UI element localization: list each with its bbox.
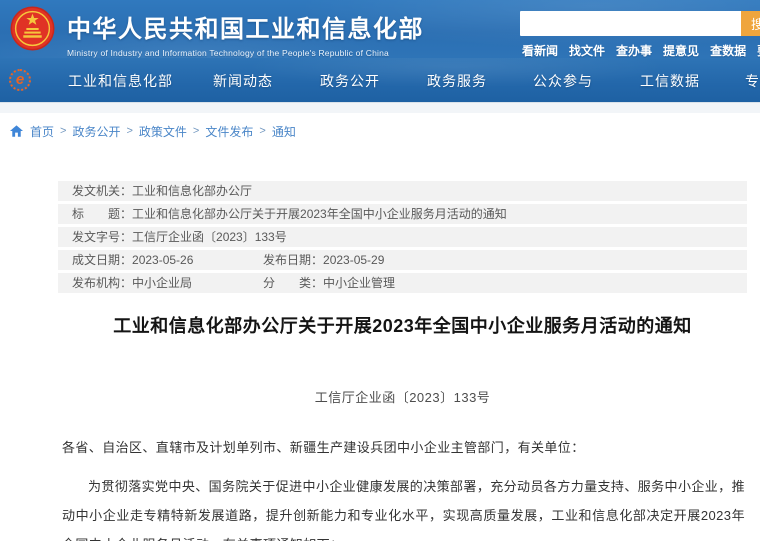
site-title: 中华人民共和国工业和信息化部 bbox=[67, 9, 424, 44]
breadcrumb-gov-openness[interactable]: 政务公开 bbox=[72, 123, 120, 140]
site-header: 中华人民共和国工业和信息化部 Ministry of Industry and … bbox=[0, 0, 760, 58]
site-title-en: Ministry of Industry and Information Tec… bbox=[67, 48, 424, 58]
nav-item-ministry[interactable]: 工业和信息化部 bbox=[68, 71, 173, 91]
site-title-block: 中华人民共和国工业和信息化部 Ministry of Industry and … bbox=[67, 9, 424, 58]
main-nav: e 工业和信息化部 新闻动态 政务公开 政务服务 公众参与 工信数据 专题 bbox=[0, 58, 760, 102]
meta-value: 中小企业管理 bbox=[323, 276, 395, 290]
meta-row-publisher-category: 发布机构：中小企业局 分 类：中小企业管理 bbox=[58, 273, 747, 293]
breadcrumb-separator: > bbox=[60, 125, 66, 137]
nav-item-gov-openness[interactable]: 政务公开 bbox=[320, 71, 380, 91]
meta-row-dates: 成文日期：2023-05-26 发布日期：2023-05-29 bbox=[58, 250, 747, 270]
breadcrumb-separator: > bbox=[126, 125, 132, 137]
document-content: 发文机关：工业和信息化部办公厅 标 题：工业和信息化部办公厅关于开展2023年全… bbox=[58, 181, 747, 541]
meta-label: 发布日期： bbox=[263, 253, 323, 267]
meta-label: 分 类： bbox=[263, 276, 323, 290]
meta-value: 2023-05-26 bbox=[132, 253, 193, 267]
meta-row-doc-number: 发文字号：工信厅企业函〔2023〕133号 bbox=[58, 227, 747, 247]
search-button[interactable]: 搜索 bbox=[741, 11, 760, 36]
quick-links: 看新闻 找文件 查办事 提意见 查数据 要投诉 bbox=[520, 42, 760, 59]
breadcrumb: 首页 > 政务公开 > 政策文件 > 文件发布 > 通知 bbox=[10, 123, 760, 139]
document-title: 工业和信息化部办公厅关于开展2023年全国中小企业服务月活动的通知 bbox=[58, 314, 747, 338]
nav-bottom-strip bbox=[0, 102, 760, 113]
breadcrumb-doc-release[interactable]: 文件发布 bbox=[205, 123, 253, 140]
document-paragraph-salutation: 各省、自治区、直辖市及计划单列市、新疆生产建设兵团中小企业主管部门，有关单位： bbox=[62, 433, 745, 462]
breadcrumb-policy-docs[interactable]: 政策文件 bbox=[139, 123, 187, 140]
nav-item-gov-services[interactable]: 政务服务 bbox=[427, 71, 487, 91]
breadcrumb-home[interactable]: 首页 bbox=[30, 123, 54, 140]
document-number: 工信厅企业函〔2023〕133号 bbox=[58, 387, 747, 406]
breadcrumb-notice[interactable]: 通知 bbox=[272, 123, 296, 140]
meta-label: 发文字号： bbox=[72, 230, 132, 244]
quick-link-services[interactable]: 查办事 bbox=[616, 42, 652, 59]
nav-item-special-topics[interactable]: 专题 bbox=[745, 71, 760, 91]
document-meta-table: 发文机关：工业和信息化部办公厅 标 题：工业和信息化部办公厅关于开展2023年全… bbox=[58, 181, 747, 293]
quick-link-news[interactable]: 看新闻 bbox=[522, 42, 558, 59]
document-paragraph-body: 为贯彻落实党中央、国务院关于促进中小企业健康发展的决策部署，充分动员各方力量支持… bbox=[62, 472, 745, 541]
meta-label: 发布机构： bbox=[72, 276, 132, 290]
home-icon[interactable] bbox=[10, 125, 23, 137]
meta-value: 2023-05-29 bbox=[323, 253, 384, 267]
page: 中华人民共和国工业和信息化部 Ministry of Industry and … bbox=[0, 0, 760, 541]
meta-label: 标 题： bbox=[72, 207, 132, 221]
national-emblem-icon bbox=[10, 6, 55, 51]
quick-link-files[interactable]: 找文件 bbox=[569, 42, 605, 59]
meta-value: 工业和信息化部办公厅关于开展2023年全国中小企业服务月活动的通知 bbox=[132, 207, 507, 221]
breadcrumb-separator: > bbox=[259, 125, 265, 137]
quick-link-feedback[interactable]: 提意见 bbox=[663, 42, 699, 59]
meta-value: 工信厅企业函〔2023〕133号 bbox=[132, 230, 287, 244]
meta-row-title: 标 题：工业和信息化部办公厅关于开展2023年全国中小企业服务月活动的通知 bbox=[58, 204, 747, 224]
quick-link-data[interactable]: 查数据 bbox=[710, 42, 746, 59]
search-area: 搜索 看新闻 找文件 查办事 提意见 查数据 要投诉 bbox=[520, 11, 760, 59]
nav-item-public-participation[interactable]: 公众参与 bbox=[533, 71, 593, 91]
meta-value: 中小企业局 bbox=[132, 276, 192, 290]
meta-row-issuing-agency: 发文机关：工业和信息化部办公厅 bbox=[58, 181, 747, 201]
nav-item-news[interactable]: 新闻动态 bbox=[213, 71, 273, 91]
nav-item-miit-data[interactable]: 工信数据 bbox=[640, 71, 700, 91]
meta-label: 成文日期： bbox=[72, 253, 132, 267]
breadcrumb-separator: > bbox=[193, 125, 199, 137]
meta-label: 发文机关： bbox=[72, 184, 132, 198]
meta-value: 工业和信息化部办公厅 bbox=[132, 184, 252, 198]
search-input[interactable] bbox=[520, 11, 741, 36]
egov-logo-icon: e bbox=[9, 69, 31, 91]
